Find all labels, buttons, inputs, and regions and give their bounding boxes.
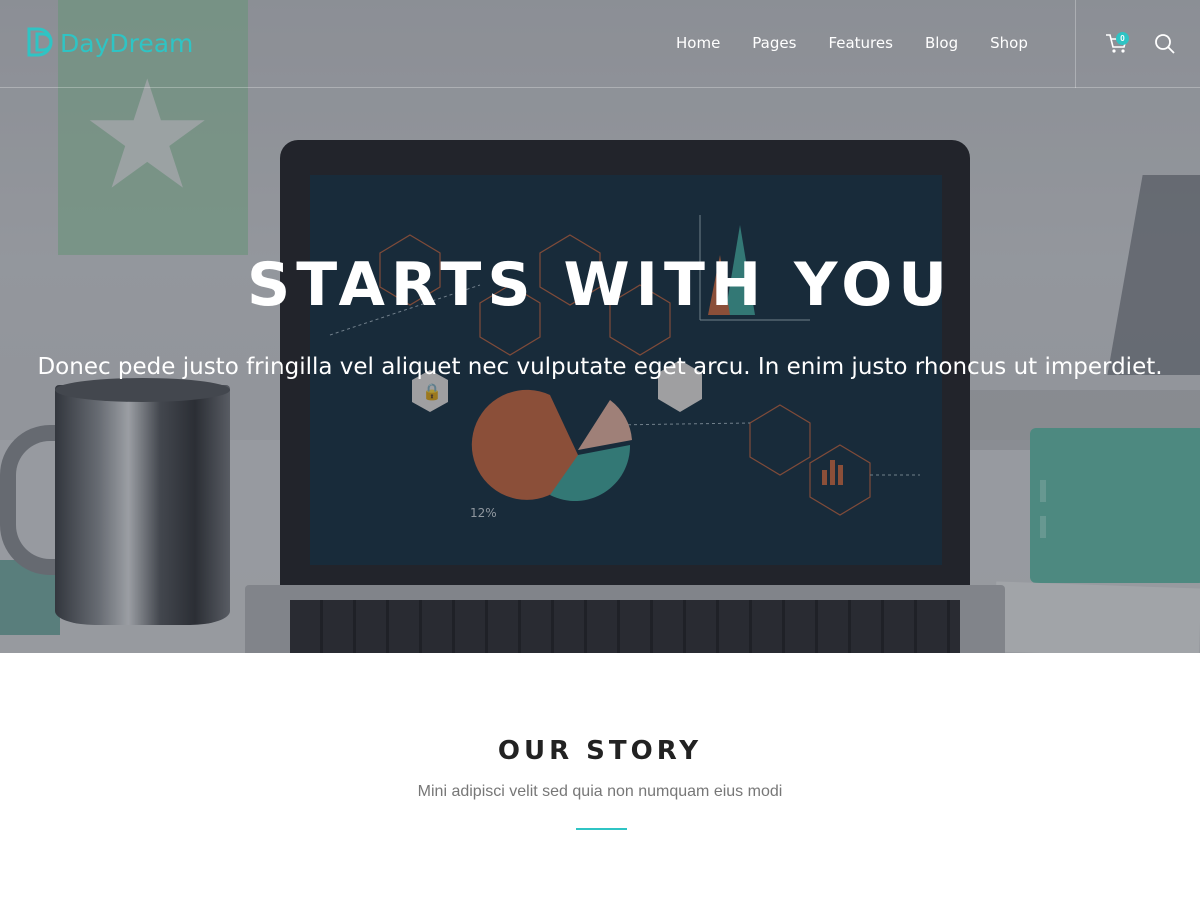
accent-divider (576, 828, 627, 830)
daydream-logo-icon (26, 26, 56, 60)
nav-item-blog[interactable]: Blog (925, 34, 958, 52)
hero-section: ★ 🔒 12% DayDream Home Pages Features Blo… (0, 0, 1200, 653)
nav-item-shop[interactable]: Shop (990, 34, 1028, 52)
hero-subtitle: Donec pede justo fringilla vel aliquet n… (37, 354, 1163, 380)
search-icon[interactable] (1154, 33, 1176, 55)
story-title: OUR STORY (497, 736, 703, 766)
hero-title: STARTS WITH YOU (246, 250, 954, 320)
hero-overlay (0, 0, 1200, 653)
nav-item-pages[interactable]: Pages (752, 34, 796, 52)
nav-item-home[interactable]: Home (676, 34, 720, 52)
nav-item-features[interactable]: Features (828, 34, 893, 52)
nav-divider (1075, 0, 1076, 88)
brand-logo[interactable]: DayDream (26, 26, 193, 60)
main-menu: Home Pages Features Blog Shop (676, 34, 1060, 52)
story-subtitle: Mini adipisci velit sed quia non numquam… (417, 783, 783, 800)
brand-name: DayDream (60, 28, 194, 58)
cart-count-badge: 0 (1116, 32, 1129, 45)
top-navigation: DayDream Home Pages Features Blog Shop 0 (0, 0, 1200, 88)
